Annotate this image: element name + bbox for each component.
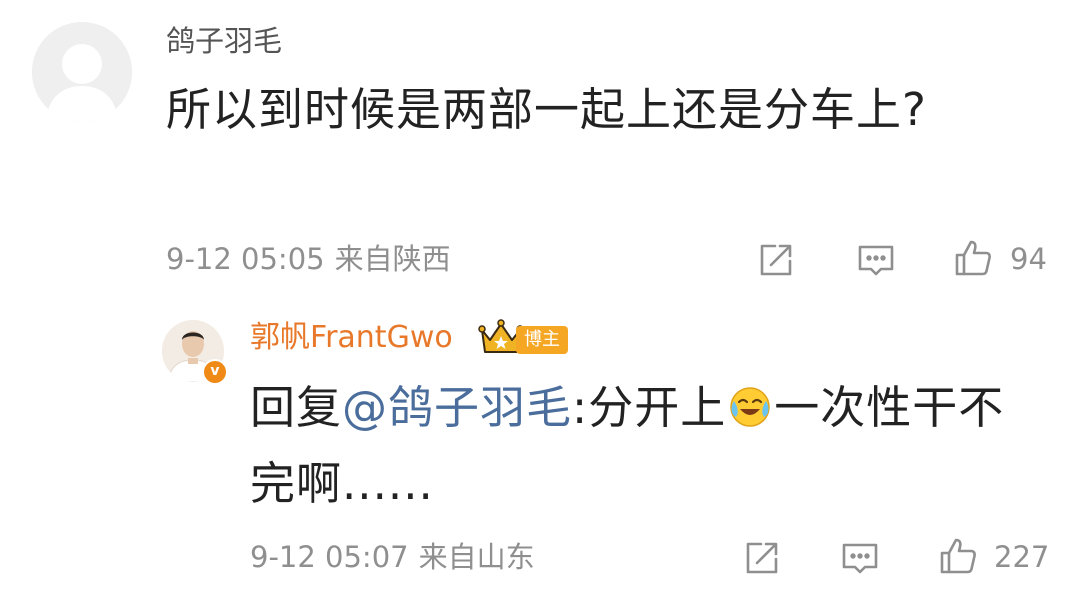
reply-meta: 9-12 05:07 来自山东 xyxy=(250,543,535,572)
reply-text-part-1: :分开上 xyxy=(572,381,727,434)
reply-username[interactable]: 郭帆FrantGwo xyxy=(250,320,453,356)
reply-like-count: 227 xyxy=(994,540,1050,574)
comment-text: 所以到时候是两部一起上还是分车上? xyxy=(166,83,927,136)
reply-location: 来自山东 xyxy=(418,540,535,574)
mention-link[interactable]: @鸽子羽毛 xyxy=(342,381,572,434)
share-icon[interactable] xyxy=(756,240,796,280)
default-avatar[interactable] xyxy=(32,22,132,122)
comment-meta: 9-12 05:05 来自陕西 xyxy=(166,245,451,274)
share-icon[interactable] xyxy=(742,538,782,578)
comment-like-count: 94 xyxy=(1010,242,1047,276)
comment-username[interactable]: 鸽子羽毛 xyxy=(166,24,282,59)
blogger-badge: 博主 xyxy=(516,326,568,354)
reply-text: 回复@鸽子羽毛:分开上 一次性干不完啊...... xyxy=(250,370,1050,522)
comment-icon[interactable] xyxy=(856,240,896,280)
reply-time: 9-12 05:07 xyxy=(250,540,409,574)
like-icon[interactable] xyxy=(953,238,993,278)
like-icon[interactable] xyxy=(938,536,978,576)
reply-prefix: 回复 xyxy=(250,381,343,434)
comment-location: 来自陕西 xyxy=(334,242,451,276)
comment-time: 9-12 05:05 xyxy=(166,242,325,276)
comment-icon[interactable] xyxy=(840,538,880,578)
laugh-cry-emoji xyxy=(728,385,772,429)
verified-icon: v xyxy=(202,359,228,385)
